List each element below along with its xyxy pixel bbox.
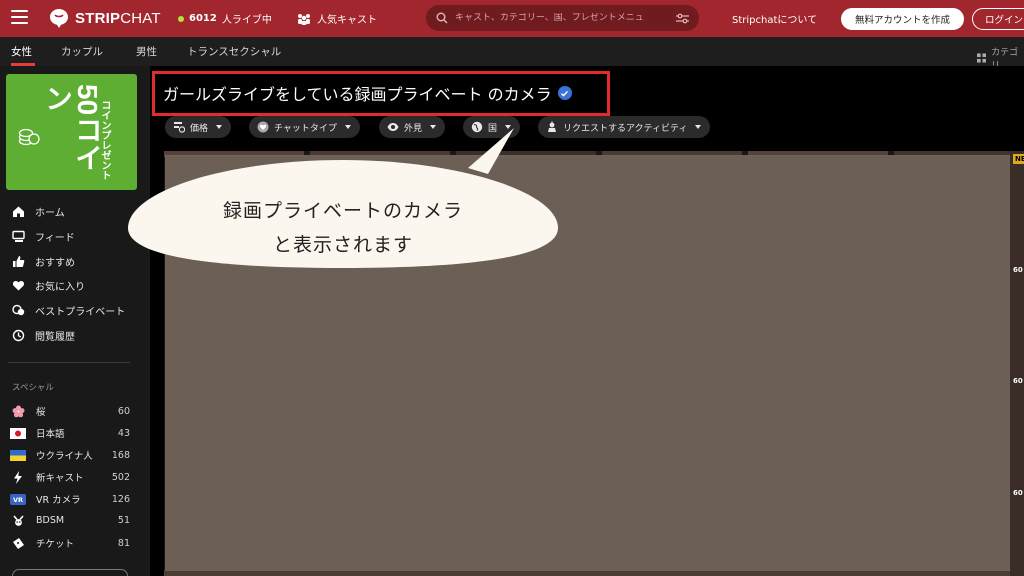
- special-item-japanese[interactable]: 日本語 43: [10, 426, 130, 440]
- history-icon: [12, 329, 25, 342]
- special-item-count: 126: [111, 493, 130, 505]
- feed-icon: [12, 230, 25, 242]
- thumbs-up-icon: [13, 256, 25, 267]
- special-item-label: 日本語: [36, 429, 65, 440]
- special-item-count: 51: [117, 514, 130, 526]
- sidebar-item-label: ホーム: [35, 208, 65, 219]
- search-bar: [426, 5, 699, 31]
- special-item-label: 新キャスト: [36, 473, 84, 484]
- cam-thumbnail[interactable]: [1010, 151, 1024, 576]
- menu-icon[interactable]: [11, 10, 28, 24]
- popular-casts-link[interactable]: 人気キャスト: [297, 11, 377, 26]
- sidebar-item-label: ベストプライベート: [35, 307, 126, 318]
- sidebar-item-label: おすすめ: [35, 258, 75, 269]
- special-item-vr-camera[interactable]: VR VR カメラ 126: [10, 492, 130, 506]
- tab-male[interactable]: 男性: [136, 44, 157, 59]
- special-item-count: 81: [117, 537, 130, 549]
- japan-flag-icon: [10, 427, 26, 439]
- page-title: ガールズライブをしている録画プライベート のカメラ: [163, 81, 572, 105]
- sidebar-item-home[interactable]: ホーム: [12, 204, 65, 219]
- new-badge: NEW: [1013, 154, 1024, 164]
- caret-down-icon: [695, 125, 702, 129]
- logo-bold: STRIP: [75, 9, 121, 27]
- special-item-count: 60: [117, 405, 130, 417]
- ticket-icon: [10, 537, 26, 549]
- sidebar-item-label: お気に入り: [35, 282, 85, 293]
- viewer-badge: 60: [1013, 489, 1023, 497]
- special-item-count: 502: [111, 471, 130, 483]
- coins-icon: [18, 128, 40, 146]
- special-item-label: チケット: [36, 539, 75, 550]
- live-count: 6012: [189, 13, 217, 24]
- chat-bubbles-icon: [12, 304, 25, 316]
- ukraine-flag-icon: [10, 449, 26, 461]
- sidebar-divider: [8, 362, 130, 363]
- search-icon: [436, 12, 448, 24]
- lightning-icon: [10, 470, 26, 484]
- viewer-badge: 60: [1013, 377, 1023, 385]
- special-section-title: スペシャル: [12, 383, 54, 393]
- promo-big-text: 50コイン: [42, 84, 103, 172]
- annotation-text: 録画プライベートのカメラ と表示されます: [222, 200, 463, 256]
- page-title-text: ガールズライブをしている録画プライベート のカメラ: [163, 85, 552, 104]
- special-item-ticket[interactable]: チケット 81: [10, 536, 130, 550]
- create-account-button[interactable]: 無料アカウントを作成: [841, 8, 964, 30]
- live-dot-icon: [178, 15, 184, 22]
- sidebar-item-label: 閲覧履歴: [35, 332, 75, 343]
- sidebar-item-label: フィード: [35, 233, 75, 244]
- popular-label: 人気キャスト: [317, 15, 377, 26]
- top-bar: STRIPCHAT 6012 人ライブ中 人気キャスト Stripchatについ…: [0, 0, 1024, 37]
- special-item-label: VR カメラ: [36, 495, 81, 506]
- popular-icon: [298, 13, 310, 25]
- logo[interactable]: STRIPCHAT: [48, 7, 161, 29]
- logo-light: CHAT: [120, 9, 161, 27]
- filter-label: リクエストするアクティビティ: [563, 123, 688, 134]
- promo-small-text: コインプレゼント: [99, 100, 110, 180]
- live-label: 人ライブ中: [221, 15, 272, 26]
- tab-transsexual[interactable]: トランスセクシャル: [187, 44, 281, 59]
- sidebar-item-history[interactable]: 閲覧履歴: [12, 328, 75, 343]
- home-icon: [13, 206, 24, 217]
- verified-check-icon: [557, 86, 572, 100]
- sidebar-more-button[interactable]: [12, 569, 128, 576]
- login-button[interactable]: ログイン: [972, 8, 1024, 30]
- category-nav: 女性 カップル 男性 トランスセクシャル カテゴリ: [0, 37, 1024, 71]
- sidebar-item-recommended[interactable]: おすすめ: [12, 254, 75, 269]
- special-item-count: 168: [111, 449, 130, 461]
- grid-icon: [977, 53, 987, 63]
- sidebar-item-best-private[interactable]: ベストプライベート: [12, 303, 125, 318]
- special-item-count: 43: [117, 427, 130, 439]
- special-item-label: BDSM: [36, 514, 65, 526]
- heart-icon: [12, 281, 25, 291]
- special-item-label: ウクライナ人: [36, 451, 93, 462]
- special-item-new-cast[interactable]: 新キャスト 502: [10, 470, 130, 484]
- about-link[interactable]: Stripchatについて: [732, 11, 817, 26]
- special-item-sakura[interactable]: 桜 60: [10, 404, 130, 418]
- svg-text:VR: VR: [13, 496, 23, 504]
- special-item-label: 桜: [36, 407, 46, 418]
- sidebar-item-feed[interactable]: フィード: [12, 229, 75, 244]
- sidebar-item-favorites[interactable]: お気に入り: [12, 278, 85, 293]
- filter-settings-icon[interactable]: [676, 13, 689, 24]
- filter-requested-activity[interactable]: リクエストするアクティビティ: [538, 116, 711, 138]
- live-counter[interactable]: 6012 人ライブ中: [178, 11, 272, 26]
- bdsm-icon: [10, 514, 26, 526]
- sakura-icon: [10, 405, 26, 417]
- search-input[interactable]: [455, 13, 676, 23]
- logo-icon: [50, 9, 68, 28]
- vr-icon: VR: [10, 493, 26, 505]
- tab-female[interactable]: 女性: [11, 44, 32, 59]
- special-item-ukrainian[interactable]: ウクライナ人 168: [10, 448, 130, 462]
- special-item-bdsm[interactable]: BDSM 51: [10, 514, 130, 526]
- tab-couple[interactable]: カップル: [61, 44, 103, 59]
- coin-promo-banner[interactable]: 50コイン コインプレゼント: [6, 74, 137, 190]
- viewer-badge: 60: [1013, 266, 1023, 274]
